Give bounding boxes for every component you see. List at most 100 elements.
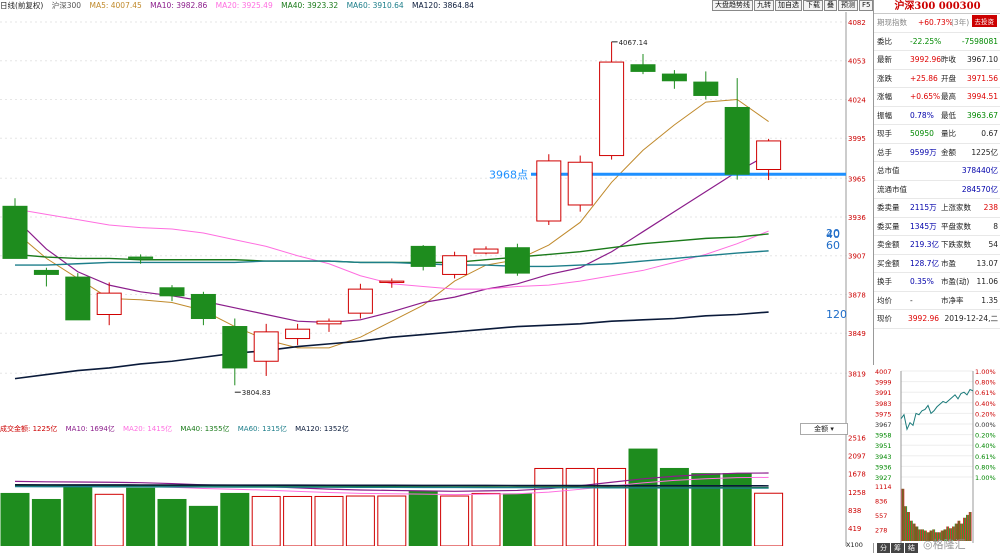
toolbar-add-watchlist-button[interactable]: 加自选	[775, 0, 802, 11]
candle	[159, 285, 185, 302]
l2: 市盈(动)	[941, 277, 970, 287]
candle	[285, 323, 311, 346]
volume-bar	[597, 467, 627, 546]
candle	[442, 251, 468, 279]
price-value: 3992.96	[908, 314, 940, 324]
volume-bar	[471, 492, 501, 546]
v2: 3963.67	[966, 110, 998, 120]
volume-bar	[754, 492, 784, 546]
l1: 委卖量	[877, 203, 900, 213]
quote-row: 涨幅 +0.65% 最高 3994.51	[874, 88, 1000, 107]
toolbar-nine-turn-button[interactable]: 九转	[754, 0, 774, 11]
l1: 换手	[877, 277, 892, 287]
candlestick-chart[interactable]: 3968点4067.143804.83204060120	[0, 12, 847, 423]
mini-right-tick: 0.80%	[975, 379, 996, 387]
basis-label: 期现指数	[877, 18, 907, 28]
tab-minute[interactable]: 分	[877, 543, 890, 553]
volume-bar	[126, 487, 156, 546]
l1: 卖金额	[877, 240, 900, 250]
toolbar-download-button[interactable]: 下载	[803, 0, 823, 11]
mini-left-tick: 3991	[875, 389, 892, 397]
volume-unit-label: X100	[846, 541, 863, 549]
price-tick: 4024	[848, 96, 866, 104]
mini-left-tick: 3983	[875, 400, 892, 408]
candle-body	[33, 269, 59, 275]
basis-unit: (3年)	[951, 18, 970, 28]
indicator-legend: 日线(前复权) 沪深300 MA5: 4007.45 MA10: 3982.86…	[0, 0, 712, 12]
quote-row: 买金额 128.7亿 市盈 13.07	[874, 255, 1000, 273]
l1: 涨跌	[877, 73, 892, 83]
price-tick: 3819	[848, 370, 866, 378]
vol-ma10: MA10: 1694亿	[65, 425, 115, 433]
v2: 1225亿	[971, 147, 998, 157]
candle-body	[473, 248, 499, 254]
price-tick: 3907	[848, 253, 866, 261]
ma20-value: MA20: 3925.49	[215, 1, 273, 10]
volume-tick: 1678	[848, 471, 866, 479]
volume-bar	[0, 492, 30, 546]
mini-vol-tick: 1114	[875, 483, 892, 491]
v1: 0.78%	[910, 110, 934, 120]
quote-row: 委卖量 2115万 上涨家数 238	[874, 199, 1000, 218]
quote-row: 委买量 1345万 平盘家数 8	[874, 218, 1000, 236]
volume-tick: 2516	[848, 435, 866, 443]
l2: 开盘	[941, 73, 956, 83]
ma10-value: MA10: 3982.86	[150, 1, 208, 10]
candle-body	[128, 256, 154, 259]
mini-right-tick: 1.00%	[975, 368, 996, 376]
ma120-value: MA120: 3864.84	[412, 1, 474, 10]
toolbar-overlay-button[interactable]: 叠	[824, 0, 837, 11]
tab-result[interactable]: 结	[905, 543, 918, 553]
v2: 3971.56	[966, 73, 998, 83]
tab-chips[interactable]: 筹	[891, 543, 904, 553]
v1: 128.7亿	[910, 258, 939, 268]
v1: 1345万	[910, 221, 937, 231]
toolbar-trendline-button[interactable]: 大盘趋势线	[712, 0, 753, 11]
l2: 金额	[941, 147, 956, 157]
volume-chart[interactable]	[0, 434, 847, 546]
l2: 下跌家数	[941, 240, 971, 250]
price-tick: 3878	[848, 291, 866, 299]
current-price-row: 现价 3992.96 2019-12-24,二	[874, 310, 1000, 329]
candle-body	[599, 61, 625, 157]
candle	[599, 41, 625, 160]
candle-body	[96, 292, 122, 315]
invest-button[interactable]: 去投资	[971, 15, 997, 27]
volume-tick: 838	[848, 507, 861, 515]
volume-bar	[345, 495, 375, 546]
candle	[724, 78, 750, 180]
mini-vol-tick: 557	[875, 512, 887, 520]
candle	[410, 245, 436, 271]
candle	[2, 198, 28, 259]
l2: 平盘家数	[941, 221, 971, 231]
v2: 8	[993, 221, 998, 231]
candle-body	[536, 160, 562, 222]
candle	[96, 282, 122, 326]
ma-end-label: 120	[826, 308, 847, 321]
l2: 最低	[941, 110, 956, 120]
intraday-minichart[interactable]: 4007 1.00% 3999 0.80% 3991 0.61% 3983 0.40% 3975…	[873, 365, 1000, 543]
quote-row: 最新 3992.96 昨收 3967.10	[874, 51, 1000, 70]
candle-body	[222, 326, 248, 369]
volume-bar	[408, 490, 438, 546]
volume-bar	[63, 486, 93, 546]
ma40-value: MA40: 3923.32	[281, 1, 339, 10]
volume-bar	[31, 498, 61, 546]
candle-body	[724, 106, 750, 175]
volume-legend: 成交金额: 1225亿 MA10: 1694亿 MA20: 1415亿 MA40…	[0, 424, 800, 434]
candle	[347, 283, 373, 319]
volume-title: 成交金额: 1225亿	[0, 425, 58, 433]
mini-right-tick: 0.20%	[975, 432, 996, 440]
v1: 2115万	[910, 203, 937, 213]
mini-right-tick: 0.61%	[975, 389, 996, 397]
mini-right-tick: 0.20%	[975, 410, 996, 418]
volume-bar	[628, 448, 658, 546]
candle	[33, 267, 59, 287]
price-tick: 3995	[848, 135, 866, 143]
quote-row: 总手 9599万 金额 1225亿	[874, 144, 1000, 162]
l1: 现手	[877, 129, 892, 139]
chart-period-label[interactable]: 日线(前复权)	[0, 1, 43, 10]
candle	[190, 291, 216, 326]
price-tick: 3965	[848, 175, 866, 183]
candle	[222, 318, 248, 386]
